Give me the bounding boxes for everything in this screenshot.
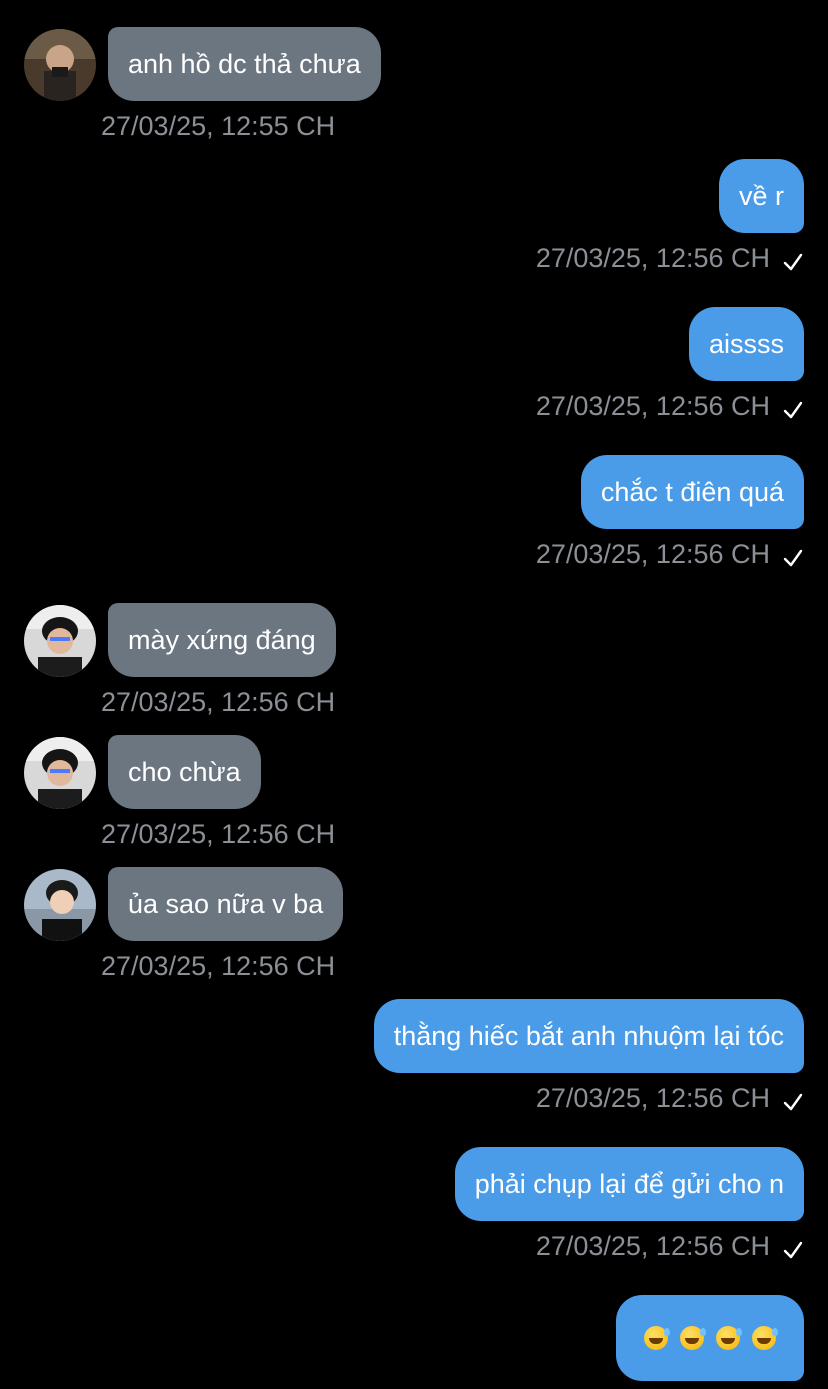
message-bubble-incoming[interactable]: anh hồ dc thả chưa	[108, 27, 381, 101]
sender-avatar[interactable]	[24, 737, 96, 809]
emoji-message	[644, 1326, 778, 1350]
message-bubble-incoming[interactable]: mày xứng đáng	[108, 603, 336, 677]
message-text: về r	[738, 180, 784, 211]
message-text: mày xứng đáng	[128, 624, 316, 655]
message-text: anh hồ dc thả chưa	[128, 48, 361, 79]
message-text: phải chụp lại để gửi cho n	[474, 1168, 784, 1199]
message-timestamp: 27/03/25, 12:56 CH	[535, 1231, 770, 1261]
message-text: chắc t điên quá	[600, 476, 784, 507]
message-meta: 27/03/25, 12:56 CH	[536, 389, 804, 423]
grinning-sweat-emoji-icon	[716, 1326, 742, 1350]
check-icon	[782, 247, 804, 271]
message-bubble-incoming[interactable]: ủa sao nữa v ba	[108, 867, 344, 941]
message-timestamp: 27/03/25, 12:55 CH	[101, 111, 336, 141]
message-timestamp: 27/03/25, 12:56 CH	[101, 687, 336, 717]
message-meta: 27/03/25, 12:56 CH	[536, 537, 804, 571]
message-bubble-incoming[interactable]: cho chừa	[108, 735, 261, 809]
check-icon	[782, 395, 804, 419]
message-text: aissss	[708, 328, 784, 359]
message-text: thằng hiếc bắt anh nhuộm lại tóc	[393, 1020, 784, 1051]
message-bubble-outgoing[interactable]: thằng hiếc bắt anh nhuộm lại tóc	[373, 999, 804, 1073]
message-meta: 27/03/25, 12:56 CH	[536, 1081, 804, 1115]
message-bubble-outgoing[interactable]: phải chụp lại để gửi cho n	[454, 1147, 804, 1221]
sender-avatar[interactable]	[24, 29, 96, 101]
check-icon	[782, 1235, 804, 1259]
message-timestamp: 27/03/25, 12:56 CH	[101, 951, 336, 981]
message-meta: 27/03/25, 12:56 CH	[536, 241, 804, 275]
message-meta: 27/03/25, 12:56 CH	[536, 1229, 804, 1263]
message-timestamp: 27/03/25, 12:56 CH	[535, 1083, 770, 1113]
message-text: cho chừa	[128, 756, 241, 787]
message-timestamp: 27/03/25, 12:56 CH	[535, 391, 770, 421]
message-timestamp: 27/03/25, 12:56 CH	[101, 819, 336, 849]
message-text: ủa sao nữa v ba	[128, 888, 324, 919]
grinning-sweat-emoji-icon	[752, 1326, 778, 1350]
message-bubble-outgoing[interactable]: về r	[718, 159, 804, 233]
grinning-sweat-emoji-icon	[644, 1326, 670, 1350]
message-timestamp: 27/03/25, 12:56 CH	[535, 243, 770, 273]
check-icon	[782, 543, 804, 567]
check-icon	[782, 1087, 804, 1111]
grinning-sweat-emoji-icon	[680, 1326, 706, 1350]
message-bubble-outgoing[interactable]	[616, 1295, 804, 1381]
sender-avatar[interactable]	[24, 605, 96, 677]
message-bubble-outgoing[interactable]: aissss	[688, 307, 804, 381]
message-timestamp: 27/03/25, 12:56 CH	[535, 539, 770, 569]
sender-avatar[interactable]	[24, 869, 96, 941]
message-bubble-outgoing[interactable]: chắc t điên quá	[580, 455, 804, 529]
